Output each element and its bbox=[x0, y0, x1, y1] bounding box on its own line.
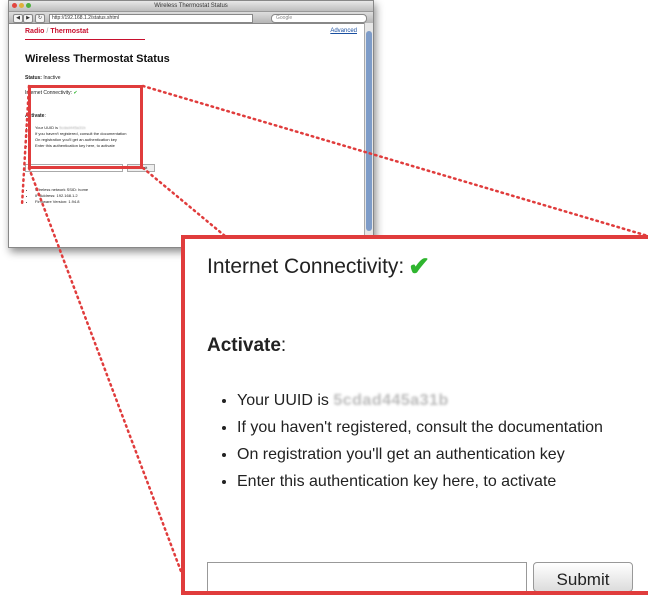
address-bar[interactable]: http://192.168.1.2/status.shtml bbox=[49, 14, 253, 23]
radio-thermostat-logo: Radio / Thermostat bbox=[25, 28, 89, 35]
scrollbar[interactable] bbox=[364, 23, 373, 247]
connectivity-label: Internet Connectivity: bbox=[207, 255, 405, 278]
bullet-text: If you haven't registered, consult the d… bbox=[237, 419, 603, 436]
bullet-text: Enter this authentication key here, to a… bbox=[237, 473, 557, 490]
zoom-icon[interactable] bbox=[26, 3, 31, 8]
advanced-link[interactable]: Advanced bbox=[330, 28, 357, 34]
list-item: Enter this authentication key here, to a… bbox=[237, 468, 603, 495]
mini-info-text: Wireless network SSID: home bbox=[35, 187, 89, 192]
connectivity-line: Internet Connectivity: ✔ bbox=[207, 251, 430, 282]
activate-colon: : bbox=[280, 335, 287, 356]
refresh-button[interactable]: ↻ bbox=[35, 14, 45, 23]
magnified-view: Internet Connectivity:✔ Activate: Your U… bbox=[181, 235, 648, 595]
search-field[interactable]: Google bbox=[271, 14, 367, 23]
logo-text-right: Thermostat bbox=[50, 28, 89, 35]
page-title: Wireless Thermostat Status bbox=[25, 53, 170, 65]
status-line: Status: Inactive bbox=[25, 75, 61, 81]
scrollbar-thumb[interactable] bbox=[366, 31, 372, 231]
close-icon[interactable] bbox=[12, 3, 17, 8]
mini-info-item: Firmware Version: 1.94.8 bbox=[35, 199, 88, 205]
minimize-icon[interactable] bbox=[19, 3, 24, 8]
mini-info-text: IP Address: 192.168.1.2 bbox=[35, 193, 78, 198]
logo-text-left: Radio bbox=[25, 28, 45, 35]
activate-heading: Activate: bbox=[207, 335, 286, 357]
status-value: Inactive bbox=[43, 75, 61, 81]
highlight-box-small bbox=[28, 85, 143, 169]
uuid-prefix: Your UUID is bbox=[237, 392, 329, 409]
submit-button[interactable]: Submit bbox=[533, 562, 633, 591]
list-item: If you haven't registered, consult the d… bbox=[237, 414, 603, 441]
status-label: Status: bbox=[25, 75, 42, 81]
mini-info-text: Firmware Version: 1.94.8 bbox=[35, 199, 80, 204]
header-divider bbox=[25, 39, 145, 40]
bullet-text: On registration you'll get an authentica… bbox=[237, 446, 565, 463]
activate-instructions: Your UUID is 5cdad445a31b If you haven't… bbox=[205, 387, 603, 495]
list-item: Your UUID is 5cdad445a31b bbox=[237, 387, 603, 414]
checkmark-icon: ✔ bbox=[408, 251, 431, 281]
list-item: On registration you'll get an authentica… bbox=[237, 441, 603, 468]
uuid-value: 5cdad445a31b bbox=[333, 392, 449, 409]
window-titlebar: Wireless Thermostat Status bbox=[9, 1, 373, 12]
forward-button[interactable]: ▶ bbox=[23, 14, 33, 23]
browser-toolbar: ◀ ▶ ↻ http://192.168.1.2/status.shtml Go… bbox=[9, 12, 373, 24]
mini-info-list: Wireless network SSID: home IP Address: … bbox=[25, 187, 88, 205]
activate-label: Activate bbox=[207, 335, 281, 356]
back-button[interactable]: ◀ bbox=[13, 14, 23, 23]
authentication-key-input[interactable] bbox=[207, 562, 527, 591]
window-title: Wireless Thermostat Status bbox=[154, 3, 228, 9]
